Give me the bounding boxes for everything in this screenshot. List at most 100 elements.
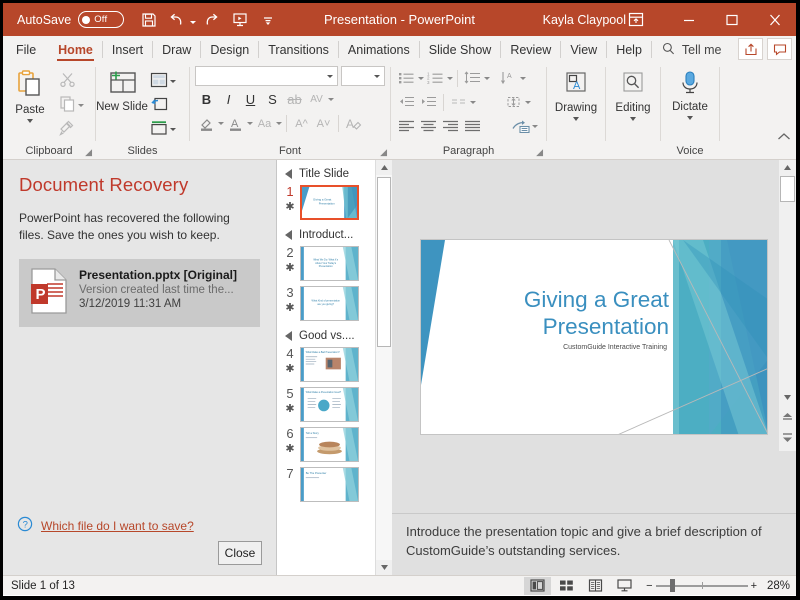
close-button[interactable]: Close	[218, 541, 262, 565]
paragraph-dialog-launcher-icon[interactable]: ◢	[536, 147, 543, 158]
notes-pane[interactable]: Introduce the presentation topic and giv…	[392, 513, 796, 575]
thumbnail-slide-2[interactable]: 2 ✱ What We Do: What It's About Your Tod…	[277, 246, 375, 281]
tab-draw[interactable]: Draw	[153, 36, 200, 63]
reset-button[interactable]	[148, 94, 178, 116]
text-direction-icon[interactable]: A	[498, 68, 519, 88]
share-icon[interactable]	[738, 38, 763, 60]
thumbnail-image[interactable]: What Makes a Presentation Good?	[300, 387, 359, 422]
section-header-title-slide[interactable]: Title Slide	[277, 168, 375, 180]
change-case-dropdown-icon[interactable]	[276, 122, 282, 125]
thumbnail-image[interactable]: Giving a Great Presentation	[300, 185, 359, 220]
font-color-icon[interactable]: A	[225, 113, 246, 134]
new-slide-button[interactable]: New Slide	[96, 66, 148, 114]
previous-slide-button[interactable]	[779, 409, 796, 425]
thumbnail-image[interactable]: What Makes a Bad Presentation?	[300, 347, 359, 382]
increase-font-size-button[interactable]: A^	[291, 113, 312, 134]
normal-view-button[interactable]	[524, 577, 551, 595]
smartart-dropdown-icon[interactable]	[532, 125, 538, 128]
scroll-down-button[interactable]	[376, 560, 392, 575]
editing-dropdown-icon[interactable]	[630, 117, 636, 121]
justify-icon[interactable]	[462, 116, 483, 136]
dictate-button[interactable]: Dictate	[663, 66, 717, 120]
stage-scroll-down-button[interactable]	[779, 390, 796, 405]
center-icon[interactable]	[418, 116, 439, 136]
tab-review[interactable]: Review	[501, 36, 560, 63]
collapse-triangle-icon[interactable]	[285, 230, 292, 240]
recovery-help[interactable]: ? Which file do I want to save?	[17, 516, 262, 541]
character-spacing-button[interactable]: AV	[306, 89, 327, 110]
change-case-button[interactable]: Aa	[254, 113, 275, 134]
close-icon[interactable]	[753, 3, 796, 36]
thumbnail-slide-4[interactable]: 4 ✱ What Makes a Bad Presentation?	[277, 347, 375, 382]
ribbon-display-options-icon[interactable]	[619, 3, 653, 36]
copy-dropdown-icon[interactable]	[78, 104, 84, 107]
bullets-dropdown-icon[interactable]	[418, 77, 424, 80]
which-file-link[interactable]: Which file do I want to save?	[41, 519, 194, 533]
stage-scrollbar-thumb[interactable]	[780, 176, 795, 202]
zoom-in-button[interactable]: +	[751, 580, 757, 592]
numbering-icon[interactable]: 123	[425, 68, 446, 88]
line-spacing-dropdown-icon[interactable]	[484, 77, 490, 80]
font-size-dropdown-icon[interactable]	[374, 75, 380, 78]
numbering-dropdown-icon[interactable]	[447, 77, 453, 80]
drawing-button[interactable]: A Drawing	[549, 66, 603, 121]
zoom-slider[interactable]	[656, 577, 748, 595]
thumbnail-slide-1[interactable]: 1 ✱ Giving a Great Presentation	[277, 185, 375, 220]
redo-icon[interactable]	[199, 7, 224, 32]
format-painter-button[interactable]	[57, 118, 86, 140]
slide-show-button[interactable]	[611, 577, 638, 595]
thumbnail-image[interactable]: What Kind of presentation are you giving…	[300, 286, 359, 321]
text-direction-dropdown-icon[interactable]	[520, 77, 526, 80]
copy-button[interactable]	[57, 94, 86, 116]
font-size-input[interactable]	[341, 66, 385, 86]
autosave-control[interactable]: AutoSave Off	[17, 11, 124, 28]
tab-file[interactable]: File	[3, 36, 49, 63]
user-account-name[interactable]: Kayla Claypool	[543, 13, 626, 27]
decrease-font-size-button[interactable]: A˅	[313, 113, 334, 134]
font-color-dropdown-icon[interactable]	[247, 122, 253, 125]
bullets-icon[interactable]	[396, 68, 417, 88]
italic-button[interactable]: I	[218, 89, 239, 110]
section-header-introduction[interactable]: Introduct...	[277, 229, 375, 241]
stage-scroll-up-button[interactable]	[779, 160, 796, 175]
zoom-percentage[interactable]: 28%	[760, 580, 790, 592]
tell-me-search[interactable]: Tell me	[652, 36, 732, 63]
zoom-out-button[interactable]: −	[646, 580, 652, 592]
undo-icon[interactable]	[164, 7, 189, 32]
zoom-slider-handle[interactable]	[670, 579, 675, 592]
maximize-icon[interactable]	[710, 3, 753, 36]
thumbnail-slide-6[interactable]: 6 ✱ Tell a Story	[277, 427, 375, 462]
font-dialog-launcher-icon[interactable]: ◢	[380, 147, 387, 158]
align-text-dropdown-icon[interactable]	[525, 101, 531, 104]
layout-button[interactable]	[148, 70, 178, 92]
thumbnail-slide-3[interactable]: 3 ✱ What Kind of presentation are you gi…	[277, 286, 375, 321]
thumbnail-image[interactable]: What We Do: What It's About Your Today's…	[300, 246, 359, 281]
scroll-up-button[interactable]	[376, 160, 392, 175]
tab-help[interactable]: Help	[607, 36, 651, 63]
editing-button[interactable]: Editing	[606, 66, 660, 121]
layout-dropdown-icon[interactable]	[170, 80, 176, 83]
align-text-icon[interactable]	[503, 92, 524, 112]
text-highlight-color-icon[interactable]	[196, 113, 217, 134]
undo-dropdown-icon[interactable]	[190, 21, 196, 24]
align-left-icon[interactable]	[396, 116, 417, 136]
thumbnail-image[interactable]: Be The Presenter	[300, 467, 359, 502]
columns-dropdown-icon[interactable]	[470, 101, 476, 104]
section-header-good-vs[interactable]: Good vs....	[277, 330, 375, 342]
collapse-triangle-icon[interactable]	[285, 169, 292, 179]
slide-title-text[interactable]: Giving a Great Presentation	[435, 286, 669, 340]
highlight-dropdown-icon[interactable]	[218, 122, 224, 125]
tab-view[interactable]: View	[561, 36, 606, 63]
cut-button[interactable]	[57, 70, 86, 92]
tab-animations[interactable]: Animations	[339, 36, 419, 63]
font-name-dropdown-icon[interactable]	[327, 75, 333, 78]
tab-slide-show[interactable]: Slide Show	[420, 36, 501, 63]
line-spacing-icon[interactable]	[462, 68, 483, 88]
tab-design[interactable]: Design	[201, 36, 258, 63]
font-name-input[interactable]	[195, 66, 338, 86]
thumbnail-slide-5[interactable]: 5 ✱ What Makes a Presentation Good?	[277, 387, 375, 422]
customize-quick-access-toolbar-icon[interactable]	[255, 7, 280, 32]
drawing-dropdown-icon[interactable]	[573, 117, 579, 121]
decrease-indent-icon[interactable]	[396, 92, 417, 112]
bold-button[interactable]: B	[196, 89, 217, 110]
